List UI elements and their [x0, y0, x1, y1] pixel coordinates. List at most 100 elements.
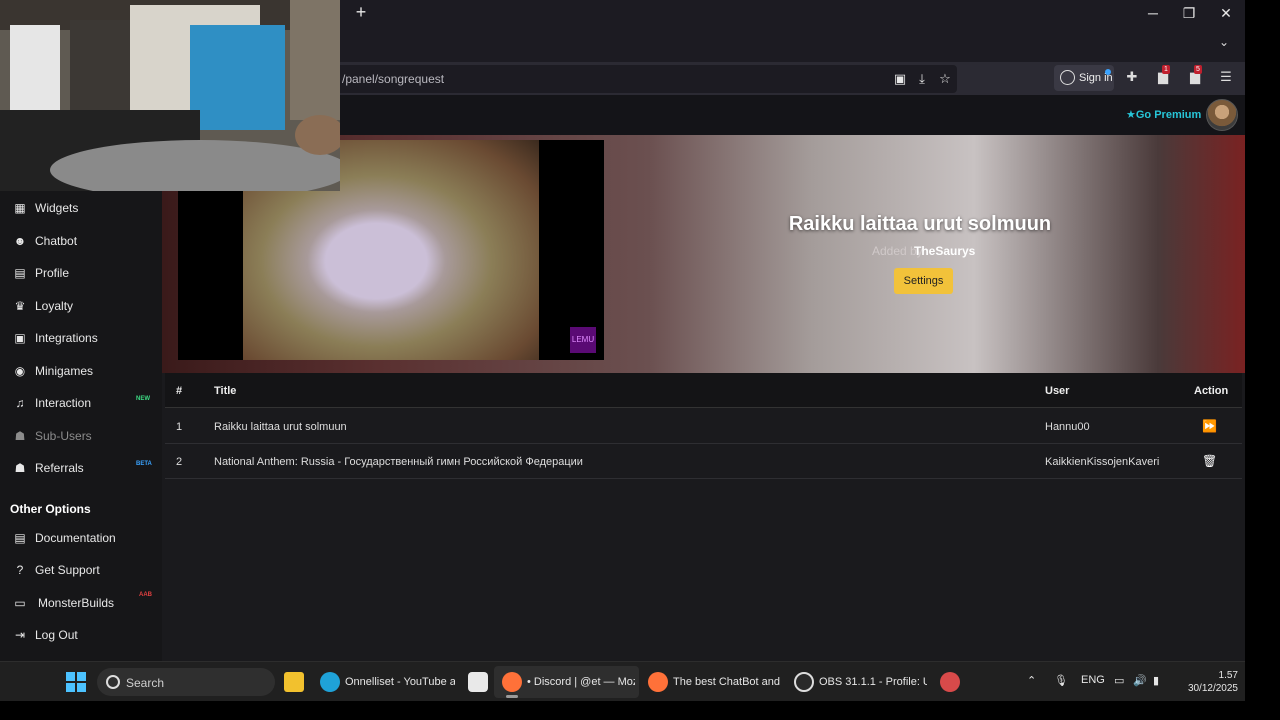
- avatar[interactable]: [1206, 99, 1238, 131]
- screen-edge: [0, 701, 1245, 720]
- menu-icon[interactable]: ☰: [1217, 68, 1235, 86]
- table-row: 1 Raikku laittaa urut solmuun Hannu00 ⏩: [165, 409, 1242, 444]
- clock-date: 30/12/2025: [1187, 683, 1238, 694]
- close-icon[interactable]: ✕: [1216, 4, 1236, 22]
- chevron-down-icon[interactable]: ⌄: [1219, 35, 1229, 49]
- language-indicator[interactable]: ENG: [1081, 674, 1105, 686]
- taskbar-app-other[interactable]: [932, 666, 966, 698]
- skip-forward-icon[interactable]: ⏩: [1202, 419, 1217, 433]
- row-user: KaikkienKissojenKaveri: [1045, 456, 1160, 468]
- book-icon: ▤: [14, 531, 26, 545]
- gamepad-icon: ◉: [14, 364, 26, 378]
- firefox-icon: [648, 672, 668, 692]
- battery-icon[interactable]: ▮: [1153, 674, 1159, 687]
- go-premium-label: Go Premium: [1135, 109, 1202, 121]
- webcam-image: [0, 0, 340, 191]
- extension-icon[interactable]: ▆ 5: [1186, 65, 1204, 86]
- id-card-icon: ▤: [14, 266, 26, 280]
- sidebar-item-interaction[interactable]: ♫ Interaction NEW: [0, 387, 162, 419]
- row-title: National Anthem: Russia - Государственны…: [214, 456, 583, 468]
- extensions-icon[interactable]: ✚: [1123, 68, 1141, 86]
- new-tab-button[interactable]: +: [352, 3, 370, 21]
- trash-icon[interactable]: 🗑: [1202, 454, 1217, 468]
- go-premium-link[interactable]: ★Go Premium: [1126, 108, 1201, 121]
- picture-in-picture-icon[interactable]: ▣: [892, 71, 908, 87]
- screen-edge: [1245, 0, 1280, 720]
- edge-icon: [320, 672, 340, 692]
- sidebar-item-label: Loyalty: [35, 299, 74, 313]
- trophy-icon: ♛: [14, 299, 26, 313]
- microphone-icon[interactable]: 🎙: [1054, 674, 1068, 687]
- ad-badge: AAB: [139, 592, 152, 598]
- question-icon: ?: [16, 563, 24, 577]
- minimize-icon[interactable]: ─: [1143, 4, 1163, 22]
- search-icon: [106, 675, 120, 689]
- widgets-icon: ▦: [14, 201, 26, 215]
- windows-start-icon[interactable]: [66, 672, 86, 692]
- sidebar-item-log-out[interactable]: ⇥ Log Out: [0, 619, 162, 651]
- firefox-icon: [502, 672, 522, 692]
- table-header: # Title User Action: [165, 373, 1242, 408]
- sidebar-item-label: Referrals: [35, 461, 84, 475]
- logout-icon: ⇥: [14, 628, 26, 642]
- song-queue: # Title User Action 1 Raikku laittaa uru…: [162, 373, 1245, 661]
- sidebar-item-minigames[interactable]: ◉ Minigames: [0, 355, 162, 387]
- sidebar-item-monsterbuilds[interactable]: ▭ MonsterBuilds AAB: [0, 587, 162, 619]
- now-playing-title: Raikku laittaa urut solmuun: [788, 213, 1052, 235]
- row-number: 2: [176, 456, 183, 468]
- taskbar-app-label: • Discord | @et — Mozil: [527, 676, 635, 688]
- webcam-overlay: [0, 0, 340, 191]
- taskbar-app-chatbot-firefox[interactable]: The best ChatBot and W: [640, 666, 785, 698]
- download-icon[interactable]: ⤓: [914, 71, 930, 87]
- chevron-up-icon[interactable]: ⌃: [1027, 674, 1036, 687]
- channel-logo: LEMU: [570, 327, 596, 353]
- sidebar-item-chatbot[interactable]: ☻ Chatbot: [0, 225, 162, 257]
- sign-in-button[interactable]: Sign in: [1054, 65, 1114, 91]
- robot-icon: ☻: [13, 234, 27, 248]
- row-number: 1: [176, 421, 183, 433]
- clock-time: 1.57: [1218, 670, 1238, 681]
- sidebar-item-loyalty[interactable]: ♛ Loyalty: [0, 290, 162, 322]
- account-icon: [1060, 70, 1075, 85]
- sidebar-item-integrations[interactable]: ▣ Integrations: [0, 322, 162, 354]
- plug-icon: ▣: [14, 331, 26, 345]
- taskbar-app-obs[interactable]: OBS 31.1.1 - Profile: Unti: [786, 666, 931, 698]
- settings-button[interactable]: Settings: [894, 268, 953, 294]
- sidebar-item-profile[interactable]: ▤ Profile: [0, 257, 162, 289]
- music-icon: ♫: [15, 396, 25, 410]
- system-clock[interactable]: 1.57 30/12/2025: [1176, 669, 1238, 695]
- sidebar-item-label: Integrations: [35, 331, 98, 345]
- taskbar-search[interactable]: Search: [97, 668, 275, 696]
- taskbar-app-file-explorer[interactable]: [276, 666, 312, 698]
- star-icon[interactable]: ☆: [937, 71, 953, 87]
- extension-badge: 1: [1162, 65, 1170, 74]
- sidebar-item-label: Log Out: [35, 628, 78, 642]
- active-indicator: [506, 695, 518, 698]
- sidebar: ▦ Widgets ☻ Chatbot ▤ Profile ♛ Loyalty …: [0, 135, 162, 661]
- file-explorer-icon: [284, 672, 304, 692]
- sidebar-item-label: Profile: [35, 266, 70, 280]
- sidebar-item-label: Get Support: [35, 563, 100, 577]
- sidebar-item-get-support[interactable]: ? Get Support: [0, 554, 162, 586]
- taskbar-app-label: OBS 31.1.1 - Profile: Unti: [819, 676, 927, 688]
- extension-icon[interactable]: ▆ 1: [1154, 65, 1172, 86]
- column-number: #: [176, 385, 183, 397]
- sidebar-item-widgets[interactable]: ▦ Widgets: [0, 192, 162, 224]
- address-bar[interactable]: /panel/songrequest ▣ ⤓ ☆: [330, 65, 957, 93]
- url-text[interactable]: /panel/songrequest: [342, 72, 444, 86]
- taskbar-app-discord-firefox[interactable]: • Discord | @et — Mozil: [494, 666, 639, 698]
- column-action: Action: [1194, 385, 1229, 397]
- laptop-icon: ▭: [14, 596, 26, 610]
- taskbar-app-edge[interactable]: Onnelliset - YouTube an: [312, 666, 460, 698]
- sidebar-item-referrals[interactable]: ☗ Referrals BETA: [0, 452, 162, 484]
- taskbar-app-store[interactable]: [460, 666, 494, 698]
- users-icon: ☗: [14, 429, 26, 443]
- sidebar-item-label: Interaction: [35, 396, 92, 410]
- sidebar-item-documentation[interactable]: ▤ Documentation: [0, 522, 162, 554]
- sidebar-item-sub-users[interactable]: ☗ Sub-Users: [0, 420, 162, 452]
- volume-icon[interactable]: 🔊: [1133, 674, 1147, 687]
- maximize-icon[interactable]: ❐: [1179, 4, 1199, 22]
- windows-taskbar: Search Onnelliset - YouTube an • Discord…: [0, 661, 1245, 701]
- beta-badge: BETA: [136, 461, 152, 467]
- network-icon[interactable]: ▭: [1114, 674, 1124, 687]
